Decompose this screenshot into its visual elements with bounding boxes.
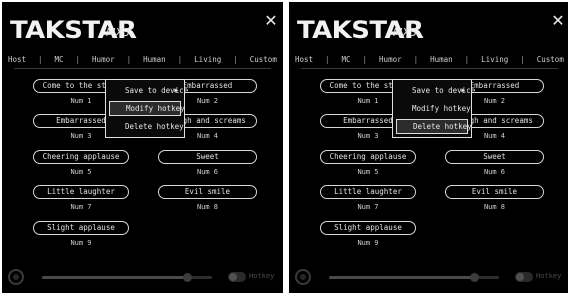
hotkey-number-label: Num 9 — [357, 239, 379, 247]
tab-custom[interactable]: Custom — [537, 55, 564, 64]
hotkey-toggle[interactable] — [515, 272, 533, 282]
hotkey-button[interactable]: Evil smile — [158, 185, 257, 199]
hotkey-number-label: Num 8 — [196, 203, 219, 211]
menu-item-delete-hotkey[interactable]: Delete hotkey — [109, 119, 184, 134]
hotkey-button[interactable]: Cheering applause — [320, 150, 416, 164]
menu-item-save-to-device[interactable]: Save to device ▶ — [396, 83, 475, 98]
tab-separator: | — [520, 54, 525, 64]
menu-item-modify-hotkey[interactable]: Modify hotkey — [109, 101, 185, 116]
submenu-arrow-icon: ▶ — [461, 87, 465, 94]
hotkey-button[interactable]: Slight applause — [320, 221, 416, 235]
hotkey-number-label: Num 9 — [70, 239, 92, 247]
submenu-arrow-icon: ▶ — [174, 87, 178, 94]
menu-item-label: Delete hotkey — [413, 122, 472, 131]
toggle-knob — [516, 273, 524, 281]
tab-human[interactable]: Human — [430, 55, 453, 64]
app-window-2: TAKSTAR MX3 ✕ Host | MC | Humor | Human | Living | Cu… — [289, 2, 568, 293]
play-icon[interactable] — [295, 269, 311, 285]
hotkey-number-label: Num 6 — [196, 168, 219, 176]
tab-separator: | — [362, 54, 368, 64]
bottom-bar: Hotkey — [2, 263, 283, 293]
tab-separator: | — [325, 54, 330, 64]
tab-humor[interactable]: Humor — [379, 55, 402, 64]
model-name: MX3 — [393, 26, 418, 39]
hotkey-number-label: Num 8 — [483, 203, 506, 211]
bottom-bar: Hotkey — [289, 263, 568, 293]
close-icon[interactable]: ✕ — [263, 13, 279, 29]
volume-knob[interactable] — [182, 273, 192, 282]
play-icon[interactable] — [8, 269, 24, 285]
tab-underline — [14, 68, 271, 69]
tab-humor[interactable]: Humor — [92, 55, 115, 64]
tab-separator: | — [233, 54, 238, 64]
tab-bar: Host | MC | Humor | Human | Living | Custom — [289, 52, 568, 66]
menu-item-delete-hotkey[interactable]: Delete hotkey — [396, 119, 472, 134]
volume-fill — [329, 276, 474, 279]
toggle-knob — [229, 273, 237, 281]
volume-slider[interactable] — [42, 273, 212, 282]
tab-human[interactable]: Human — [143, 55, 166, 64]
menu-item-label: Delete hotkey — [125, 122, 184, 131]
tab-host[interactable]: Host — [8, 55, 26, 64]
hotkey-number-label: Num 7 — [70, 203, 92, 211]
hotkey-toggle-label: Hotkey — [249, 272, 275, 280]
tab-underline — [301, 68, 558, 69]
tab-living[interactable]: Living — [194, 55, 221, 64]
volume-knob[interactable] — [469, 273, 479, 282]
hotkey-toggle-label: Hotkey — [536, 272, 562, 280]
menu-item-label: Modify hotkey — [412, 104, 471, 113]
context-menu: Save to device ▶ Modify hotkey Delete hotke… — [105, 79, 188, 138]
tab-separator: | — [38, 54, 43, 64]
tab-separator: | — [75, 54, 81, 64]
hotkey-number-label: Num 6 — [483, 168, 506, 176]
hotkey-button[interactable]: Little laughter — [33, 185, 129, 199]
hotkey-number-label: Num 5 — [70, 168, 92, 176]
volume-fill — [42, 276, 187, 279]
tab-separator: | — [464, 54, 470, 64]
tab-separator: | — [177, 54, 183, 64]
hotkey-button[interactable]: Slight applause — [33, 221, 129, 235]
hotkey-toggle[interactable] — [228, 272, 246, 282]
hotkey-button[interactable]: Sweet — [445, 150, 544, 164]
hotkey-button[interactable]: Cheering applause — [33, 150, 129, 164]
volume-slider[interactable] — [329, 273, 499, 282]
hotkey-number-label: Num 5 — [357, 168, 379, 176]
context-menu: Save to device ▶ Modify hotkey Delete hotke… — [392, 79, 475, 138]
hotkey-number-label: Num 7 — [357, 203, 379, 211]
hotkey-button[interactable]: Sweet — [158, 150, 257, 164]
tab-separator: | — [413, 54, 419, 64]
app-window-1: TAKSTAR MX3 ✕ Host | MC | Humor | Human | Living | Cu… — [2, 2, 283, 293]
tab-host[interactable]: Host — [295, 55, 313, 64]
hotkey-button[interactable]: Little laughter — [320, 185, 416, 199]
hotkey-button[interactable]: Evil smile — [445, 185, 544, 199]
tab-living[interactable]: Living — [481, 55, 508, 64]
model-name: MX3 — [106, 26, 131, 39]
tab-mc[interactable]: MC — [342, 55, 351, 64]
tab-bar: Host | MC | Humor | Human | Living | Custom — [2, 52, 283, 66]
menu-item-modify-hotkey[interactable]: Modify hotkey — [396, 101, 471, 116]
tab-separator: | — [126, 54, 132, 64]
tab-mc[interactable]: MC — [55, 55, 64, 64]
menu-item-label: Modify hotkey — [126, 104, 185, 113]
tab-custom[interactable]: Custom — [250, 55, 277, 64]
close-icon[interactable]: ✕ — [550, 13, 566, 29]
menu-item-label: Save to device — [412, 86, 476, 95]
menu-item-save-to-device[interactable]: Save to device ▶ — [109, 83, 188, 98]
menu-item-label: Save to device — [125, 86, 189, 95]
